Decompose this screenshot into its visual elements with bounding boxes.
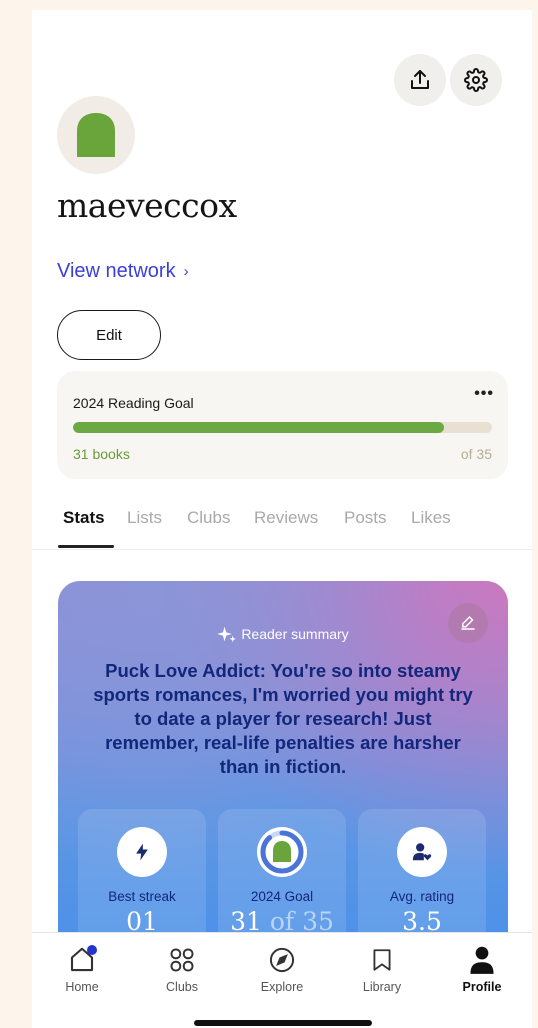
view-network-link[interactable]: View network › [57,260,189,283]
tabbar-item-profile[interactable]: Profile [442,943,522,994]
reader-summary-card: Reader summary Puck Love Addict: You're … [58,581,508,961]
clubs-grid-icon [170,948,194,972]
sparkle-icon [217,626,237,643]
tabbar-label: Clubs [166,980,198,994]
view-network-label: View network [57,260,176,282]
reading-goal-card[interactable]: 2024 Reading Goal ••• 31 books of 35 [57,371,508,479]
tabbar-item-clubs[interactable]: Clubs [142,943,222,994]
reading-goal-progress-bar [73,422,492,433]
tab-posts[interactable]: Posts [344,508,387,528]
avatar[interactable] [57,96,135,174]
goal-ring-icon [260,830,304,874]
compass-icon [269,947,295,973]
tabbar-label: Home [65,980,99,994]
lightning-icon [136,843,148,861]
profile-screen: maeveccox View network › Edit 2024 Readi… [32,10,532,1028]
notification-dot [87,945,97,955]
chevron-right-icon: › [183,263,189,280]
reading-goal-count: 31 books [73,446,130,462]
reader-summary-text: Puck Love Addict: You're so into steamy … [93,660,473,777]
gear-icon [464,68,488,92]
settings-button[interactable] [450,54,502,106]
stat-label: 2024 Goal [250,889,314,904]
person-icon [470,946,494,974]
avatar-shape-icon [77,113,115,157]
tab-reviews[interactable]: Reviews [254,508,318,528]
username: maeveccox [57,186,237,225]
share-icon [411,70,429,89]
tabbar-label: Library [362,980,402,994]
edit-profile-button[interactable]: Edit [57,310,161,360]
home-indicator [194,1020,372,1026]
reader-summary-header: Reader summary [58,625,508,643]
active-tab-indicator [58,545,114,548]
more-options-button[interactable]: ••• [474,385,494,403]
bookmark-icon [373,949,391,971]
stat-icon-circle [117,827,167,877]
tabbar-item-home[interactable]: Home [42,943,122,994]
profile-tabs: Stats Lists Clubs Reviews Posts Likes [32,500,532,550]
share-button[interactable] [394,54,446,106]
tabbar-item-library[interactable]: Library [342,943,422,994]
tabbar-item-explore[interactable]: Explore [242,943,322,994]
stat-label: Best streak [108,889,176,904]
tab-clubs[interactable]: Clubs [187,508,230,528]
stat-label: Avg. rating [389,889,455,904]
tabbar-label: Profile [462,980,502,994]
reading-goal-progress-fill [73,422,445,433]
reader-summary-label: Reader summary [241,626,349,642]
stat-icon-circle [397,827,447,877]
bottom-tab-bar: Home Clubs Explore Library Profile [32,932,532,1028]
reading-goal-title: 2024 Reading Goal [73,395,194,411]
reading-goal-total: of 35 [460,446,492,462]
tabbar-label: Explore [260,980,304,994]
person-heart-icon [412,843,432,861]
stat-icon-circle [257,827,307,877]
tab-likes[interactable]: Likes [411,508,451,528]
tab-lists[interactable]: Lists [127,508,162,528]
tab-stats[interactable]: Stats [63,508,105,528]
